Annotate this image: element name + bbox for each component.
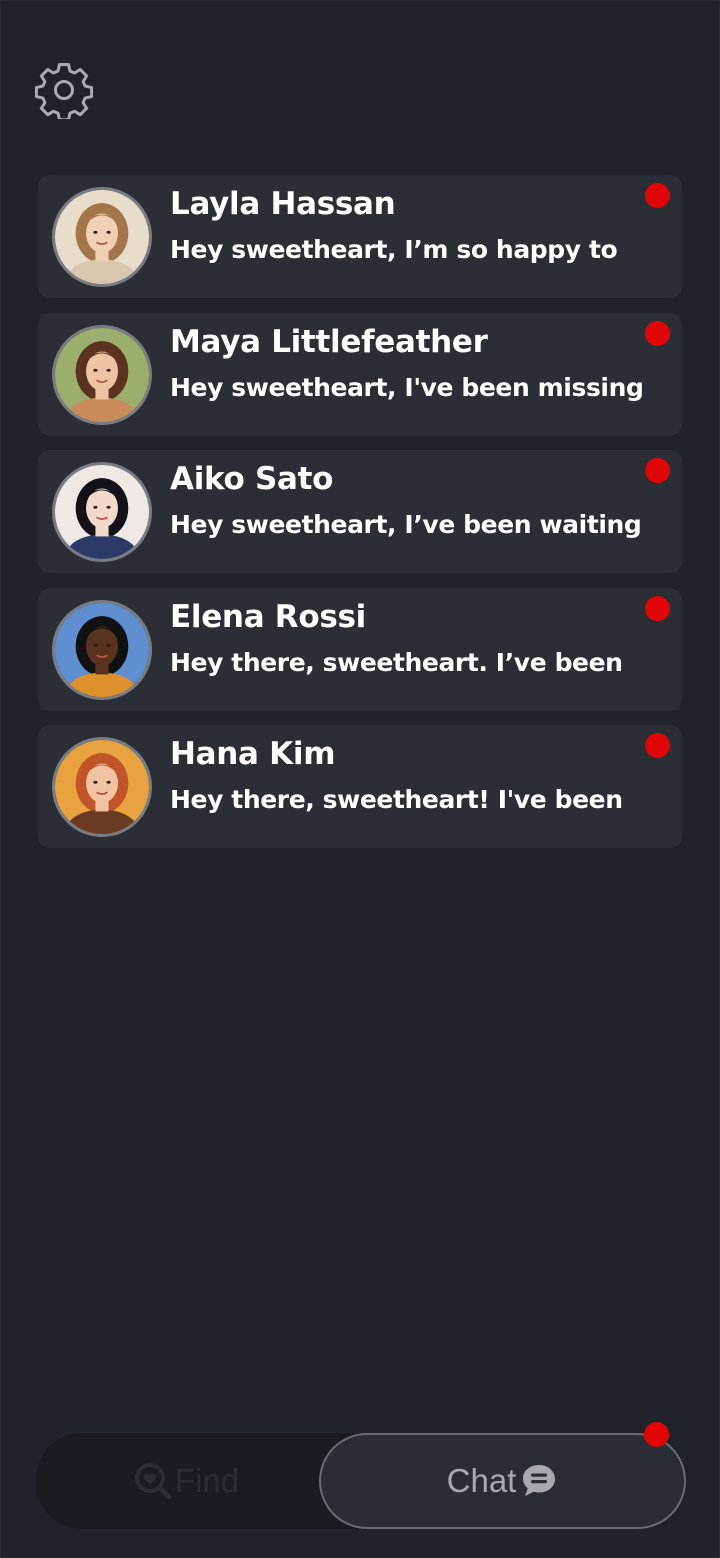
unread-dot	[645, 458, 670, 483]
chat-name: Elena Rossi	[170, 598, 367, 635]
chat-list: Layla Hassan Hey sweetheart, I’m so happy…	[38, 175, 682, 863]
unread-dot	[645, 595, 670, 621]
chat-list-item[interactable]: Hana Kim Hey there, sweetheart! I've been	[38, 725, 682, 848]
chat-preview: Hey there, sweetheart! I've been	[170, 785, 623, 814]
unread-dot	[645, 183, 670, 208]
chat-name: Aiko Sato	[170, 461, 334, 497]
avatar-elena[interactable]	[52, 599, 152, 700]
avatar-maya[interactable]	[52, 324, 152, 425]
portrait-image	[55, 327, 149, 422]
settings-button[interactable]	[35, 61, 93, 119]
chat-preview: Hey there, sweetheart. I’ve been	[170, 647, 623, 677]
chat-list-item[interactable]: Elena Rossi Hey there, sweetheart. I’ve b…	[38, 587, 682, 711]
chat-list-item[interactable]: Layla Hassan Hey sweetheart, I’m so happy…	[38, 175, 682, 298]
chat-list-item[interactable]: Maya Littlefeather Hey sweetheart, I've b…	[38, 312, 682, 436]
chat-unread-dot	[644, 1422, 669, 1447]
nav-chat-button[interactable]: Chat	[319, 1433, 686, 1529]
avatar-hana[interactable]	[52, 737, 152, 837]
chat-name: Hana Kim	[170, 736, 336, 772]
chat-bubble-icon	[523, 1465, 556, 1496]
portrait-image	[55, 190, 149, 284]
chat-preview: Hey sweetheart, I've been missing	[170, 372, 644, 402]
nav-chat-label: Chat	[446, 1462, 517, 1499]
unread-dot	[645, 320, 670, 346]
chat-name: Layla Hassan	[170, 186, 396, 222]
nav-find-button[interactable]: Find	[36, 1433, 336, 1529]
app-frame: Layla Hassan Hey sweetheart, I’m so happy…	[0, 0, 720, 1558]
unread-dot	[645, 733, 670, 758]
chat-list-item[interactable]: Aiko Sato Hey sweetheart, I’ve been waiti…	[38, 450, 682, 573]
portrait-image	[55, 465, 149, 559]
avatar-aiko[interactable]	[52, 462, 152, 562]
bottom-nav: Find Chat	[36, 1433, 686, 1529]
avatar-layla[interactable]	[52, 187, 152, 287]
chat-preview: Hey sweetheart, I’m so happy to	[170, 235, 618, 264]
heart-search-icon	[134, 1463, 172, 1500]
gear-icon	[35, 63, 93, 119]
nav-find-label: Find	[174, 1462, 240, 1499]
chat-name: Maya Littlefeather	[170, 323, 488, 360]
portrait-image	[55, 602, 149, 697]
portrait-image	[55, 740, 149, 834]
chat-preview: Hey sweetheart, I’ve been waiting	[170, 510, 642, 539]
